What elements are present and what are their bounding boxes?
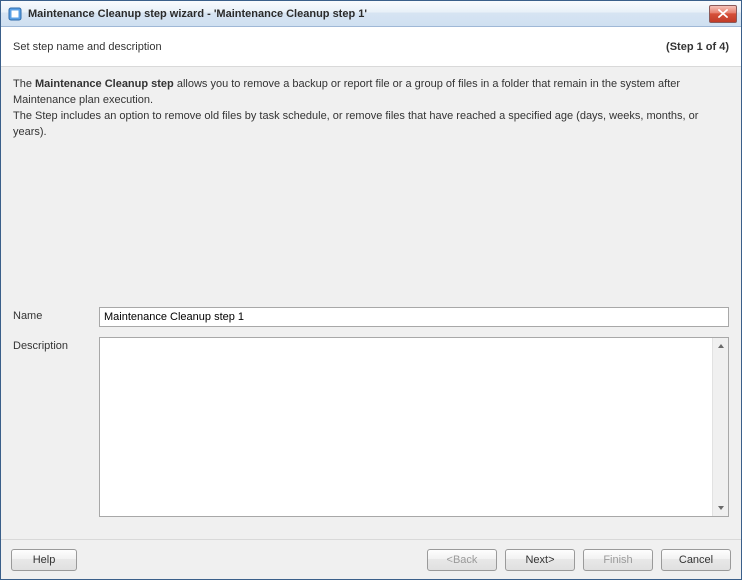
- finish-button[interactable]: Finish: [583, 549, 653, 571]
- name-input[interactable]: [99, 307, 729, 327]
- scroll-down-icon: [713, 500, 729, 516]
- description-row: Description: [13, 337, 729, 517]
- back-button[interactable]: <Back: [427, 549, 497, 571]
- description-scrollbar[interactable]: [712, 338, 728, 516]
- next-button[interactable]: Next>: [505, 549, 575, 571]
- name-row: Name: [13, 307, 729, 327]
- scroll-up-icon: [713, 338, 729, 354]
- wizard-step-indicator: (Step 1 of 4): [666, 41, 729, 53]
- titlebar: Maintenance Cleanup step wizard - 'Maint…: [1, 1, 741, 27]
- wizard-body: The Maintenance Cleanup step allows you …: [1, 67, 741, 539]
- spacer: [13, 147, 729, 297]
- wizard-header: Set step name and description (Step 1 of…: [1, 27, 741, 67]
- description-label: Description: [13, 337, 99, 352]
- close-icon: [718, 9, 728, 18]
- wizard-footer: Help <Back Next> Finish Cancel: [1, 539, 741, 579]
- help-button[interactable]: Help: [11, 549, 77, 571]
- intro-line2: The Step includes an option to remove ol…: [13, 109, 729, 141]
- window-title: Maintenance Cleanup step wizard - 'Maint…: [28, 8, 707, 20]
- wizard-window: Maintenance Cleanup step wizard - 'Maint…: [0, 0, 742, 580]
- intro-prefix: The: [13, 78, 35, 90]
- description-input[interactable]: [100, 338, 712, 516]
- name-label: Name: [13, 307, 99, 322]
- close-button[interactable]: [709, 5, 737, 23]
- cancel-button[interactable]: Cancel: [661, 549, 731, 571]
- intro-text: The Maintenance Cleanup step allows you …: [13, 77, 729, 141]
- description-field-wrap: [99, 337, 729, 517]
- wizard-subtitle: Set step name and description: [13, 41, 666, 53]
- intro-bold: Maintenance Cleanup step: [35, 78, 174, 90]
- app-icon: [7, 6, 23, 22]
